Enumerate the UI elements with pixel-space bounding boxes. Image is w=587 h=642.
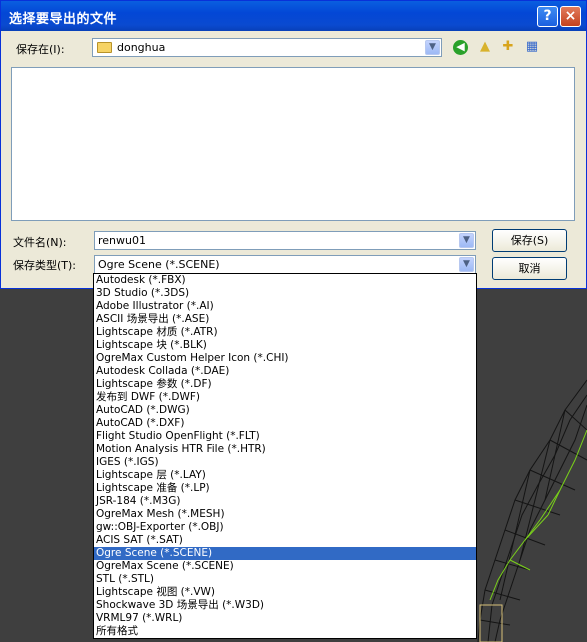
filetype-option[interactable]: Motion Analysis HTR File (*.HTR): [94, 443, 476, 456]
chevron-down-icon[interactable]: ▼: [425, 40, 440, 55]
views-menu-icon[interactable]: ▦: [523, 39, 541, 55]
filetype-option[interactable]: Lightscape 准备 (*.LP): [94, 482, 476, 495]
save-in-value: donghua: [117, 41, 166, 54]
filetype-option[interactable]: Lightscape 层 (*.LAY): [94, 469, 476, 482]
filetype-option[interactable]: OgreMax Mesh (*.MESH): [94, 508, 476, 521]
up-folder-icon[interactable]: ▲: [476, 39, 494, 55]
chevron-down-icon[interactable]: ▼: [459, 257, 474, 272]
filetype-option[interactable]: OgreMax Custom Helper Icon (*.CHI): [94, 352, 476, 365]
filetype-option[interactable]: Flight Studio OpenFlight (*.FLT): [94, 430, 476, 443]
filetype-option[interactable]: Lightscape 块 (*.BLK): [94, 339, 476, 352]
filetype-option[interactable]: Lightscape 参数 (*.DF): [94, 378, 476, 391]
folder-icon: [97, 42, 112, 53]
filetype-option[interactable]: AutoCAD (*.DWG): [94, 404, 476, 417]
save-in-label: 保存在(I):: [16, 43, 65, 56]
filetype-option[interactable]: JSR-184 (*.M3G): [94, 495, 476, 508]
filetype-option[interactable]: ASCII 场景导出 (*.ASE): [94, 313, 476, 326]
filetype-option[interactable]: OgreMax Scene (*.SCENE): [94, 560, 476, 573]
filetype-option[interactable]: Ogre Scene (*.SCENE): [94, 547, 476, 560]
filetype-option[interactable]: 发布到 DWF (*.DWF): [94, 391, 476, 404]
filename-label: 文件名(N):: [13, 236, 67, 249]
filetype-option[interactable]: 3D Studio (*.3DS): [94, 287, 476, 300]
filetype-option[interactable]: Lightscape 材质 (*.ATR): [94, 326, 476, 339]
filetype-options-list[interactable]: Autodesk (*.FBX) 3D Studio (*.3DS) Adobe I…: [93, 273, 477, 639]
chevron-down-icon[interactable]: ▼: [459, 233, 474, 248]
filetype-option[interactable]: ACIS SAT (*.SAT): [94, 534, 476, 547]
filetype-dropdown[interactable]: Ogre Scene (*.SCENE) ▼: [94, 255, 476, 274]
filetype-label: 保存类型(T):: [13, 259, 77, 272]
save-in-dropdown[interactable]: donghua ▼: [92, 38, 442, 57]
help-button[interactable]: ?: [537, 6, 558, 27]
back-icon[interactable]: ◀: [453, 40, 468, 55]
filetype-option[interactable]: IGES (*.IGS): [94, 456, 476, 469]
filetype-option[interactable]: gw::OBJ-Exporter (*.OBJ): [94, 521, 476, 534]
filetype-option[interactable]: STL (*.STL): [94, 573, 476, 586]
filetype-option[interactable]: VRML97 (*.WRL): [94, 612, 476, 625]
dialog-title: 选择要导出的文件: [9, 12, 118, 27]
title-bar[interactable]: 选择要导出的文件 ? ×: [1, 1, 586, 31]
close-button[interactable]: ×: [560, 6, 581, 27]
filename-value: renwu01: [98, 234, 146, 247]
filetype-option[interactable]: 所有格式: [94, 625, 476, 638]
export-dialog: 选择要导出的文件 ? × 保存在(I): donghua ▼ ◀ ▲ ✚ ▦ 文…: [0, 0, 587, 289]
filetype-option[interactable]: Lightscape 视图 (*.VW): [94, 586, 476, 599]
save-button[interactable]: 保存(S): [492, 229, 567, 252]
filetype-option[interactable]: Autodesk (*.FBX): [94, 274, 476, 287]
filetype-option[interactable]: Shockwave 3D 场景导出 (*.W3D): [94, 599, 476, 612]
filename-input[interactable]: renwu01 ▼: [94, 231, 476, 250]
filetype-value: Ogre Scene (*.SCENE): [98, 258, 220, 271]
cancel-button[interactable]: 取消: [492, 257, 567, 280]
file-list[interactable]: [11, 67, 575, 221]
filetype-option[interactable]: AutoCAD (*.DXF): [94, 417, 476, 430]
filetype-option[interactable]: Autodesk Collada (*.DAE): [94, 365, 476, 378]
new-folder-icon[interactable]: ✚: [499, 39, 517, 55]
filetype-option[interactable]: Adobe Illustrator (*.AI): [94, 300, 476, 313]
